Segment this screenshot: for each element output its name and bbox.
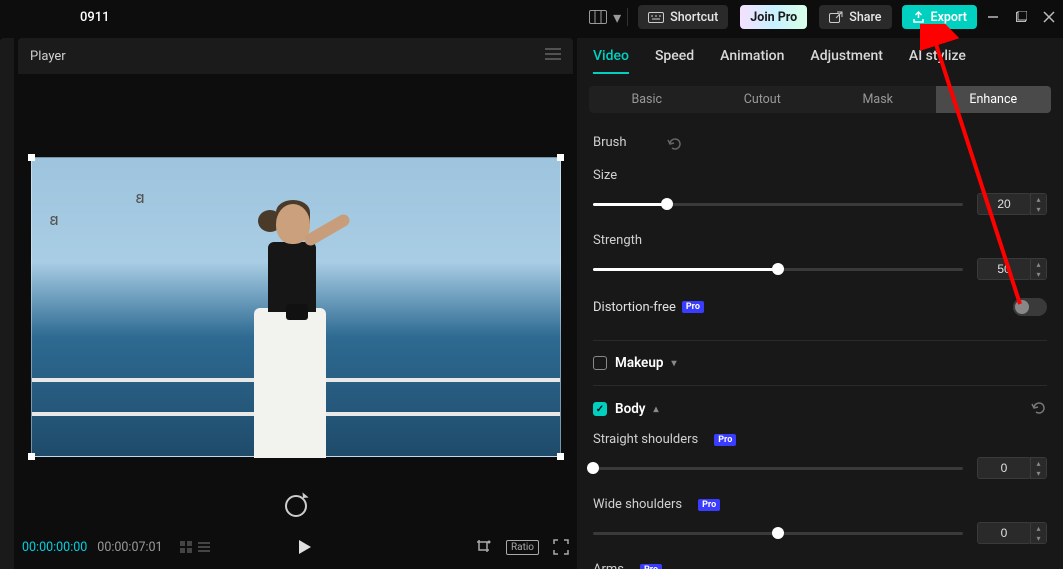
subject-figure	[232, 196, 362, 458]
body-label: Body	[615, 401, 646, 417]
export-icon	[912, 11, 925, 24]
size-label: Size	[593, 168, 617, 183]
keyboard-icon	[648, 12, 664, 23]
properties-panel: Video Speed Animation Adjustment AI styl…	[577, 38, 1063, 569]
player-header: Player	[18, 38, 573, 74]
distortion-free-label: Distortion-free	[593, 300, 676, 315]
bars-icon[interactable]	[197, 540, 211, 554]
pro-badge: Pro	[698, 499, 720, 511]
tab-video[interactable]: Video	[593, 48, 629, 74]
tab-animation[interactable]: Animation	[720, 48, 784, 74]
pro-badge: Pro	[714, 434, 736, 446]
crop-icon[interactable]	[476, 539, 492, 555]
joinpro-label: Join Pro	[750, 10, 797, 25]
divider	[627, 8, 628, 26]
straight-shoulders-stepper[interactable]: ▴▾	[1030, 457, 1047, 479]
brush-reset-icon[interactable]	[667, 136, 683, 150]
pro-badge: Pro	[682, 301, 704, 313]
menu-icon[interactable]	[545, 48, 561, 64]
export-button[interactable]: Export	[902, 5, 977, 29]
strength-stepper[interactable]: ▴▾	[1030, 258, 1047, 280]
maximize-icon[interactable]	[1015, 11, 1027, 23]
size-stepper[interactable]: ▴▾	[1030, 193, 1047, 215]
arms-label: Arms	[593, 562, 624, 569]
player-panel: Player 𐐺 𐐺	[18, 38, 573, 569]
bird-icon: 𐐺	[50, 208, 59, 230]
wide-shoulders-label: Wide shoulders	[593, 497, 682, 512]
titlebar: 0911 ▾ Shortcut Join Pro Share Export	[0, 0, 1063, 34]
project-title: 0911	[80, 10, 110, 25]
current-timecode: 00:00:00:00	[22, 540, 87, 555]
share-icon	[829, 11, 843, 23]
tab-speed[interactable]: Speed	[655, 48, 694, 74]
player-controls: 00:00:00:00 00:00:07:01 Ratio	[18, 525, 573, 569]
chevron-down-icon[interactable]: ▾	[613, 8, 621, 27]
subtab-cutout[interactable]: Cutout	[705, 86, 821, 113]
makeup-checkbox[interactable]	[593, 356, 607, 370]
left-strip	[0, 38, 14, 569]
wide-shoulders-stepper[interactable]: ▴▾	[1030, 522, 1047, 544]
layout-icon[interactable]	[589, 10, 607, 24]
panel-subtabs: Basic Cutout Mask Enhance	[589, 86, 1051, 113]
strength-slider[interactable]	[593, 268, 963, 271]
size-slider[interactable]	[593, 203, 963, 206]
wide-shoulders-input[interactable]	[977, 522, 1031, 544]
makeup-label: Makeup	[615, 355, 663, 371]
body-checkbox[interactable]	[593, 402, 607, 416]
size-input[interactable]	[977, 193, 1031, 215]
fullscreen-icon[interactable]	[553, 539, 569, 555]
grid-icon[interactable]	[179, 540, 193, 554]
close-icon[interactable]	[1043, 11, 1055, 23]
straight-shoulders-input[interactable]	[977, 457, 1031, 479]
reset-icon[interactable]	[1031, 400, 1047, 418]
preview-area: 𐐺 𐐺	[18, 74, 573, 525]
brush-label: Brush	[593, 135, 627, 150]
chevron-up-icon[interactable]: ▴	[654, 404, 659, 415]
share-label: Share	[849, 10, 881, 25]
tab-ai-stylize[interactable]: AI stylize	[909, 48, 966, 74]
subtab-mask[interactable]: Mask	[820, 86, 936, 113]
pro-badge: Pro	[640, 564, 662, 569]
wide-shoulders-slider[interactable]	[593, 532, 963, 535]
panel-body: Brush Size ▴▾ Strength	[577, 119, 1063, 569]
strength-label: Strength	[593, 233, 642, 248]
share-button[interactable]: Share	[819, 5, 891, 29]
minimize-icon[interactable]	[987, 11, 999, 23]
play-button[interactable]	[298, 539, 312, 555]
preview-canvas[interactable]: 𐐺 𐐺	[31, 157, 561, 457]
refresh-icon[interactable]	[285, 495, 307, 517]
straight-shoulders-label: Straight shoulders	[593, 432, 698, 447]
duration-timecode: 00:00:07:01	[97, 540, 162, 555]
shortcut-button[interactable]: Shortcut	[638, 5, 728, 29]
distortion-free-toggle[interactable]	[1013, 298, 1047, 316]
subtab-enhance[interactable]: Enhance	[936, 86, 1052, 113]
ratio-button[interactable]: Ratio	[506, 540, 539, 555]
strength-input[interactable]	[977, 258, 1031, 280]
bird-icon: 𐐺	[136, 186, 145, 208]
chevron-down-icon[interactable]: ▾	[671, 358, 676, 369]
shortcut-label: Shortcut	[670, 10, 718, 25]
subtab-basic[interactable]: Basic	[589, 86, 705, 113]
tab-adjustment[interactable]: Adjustment	[810, 48, 883, 74]
panel-tabs: Video Speed Animation Adjustment AI styl…	[577, 38, 1063, 80]
export-label: Export	[931, 10, 967, 25]
player-title: Player	[30, 49, 66, 64]
straight-shoulders-slider[interactable]	[593, 467, 963, 470]
join-pro-button[interactable]: Join Pro	[740, 5, 807, 29]
